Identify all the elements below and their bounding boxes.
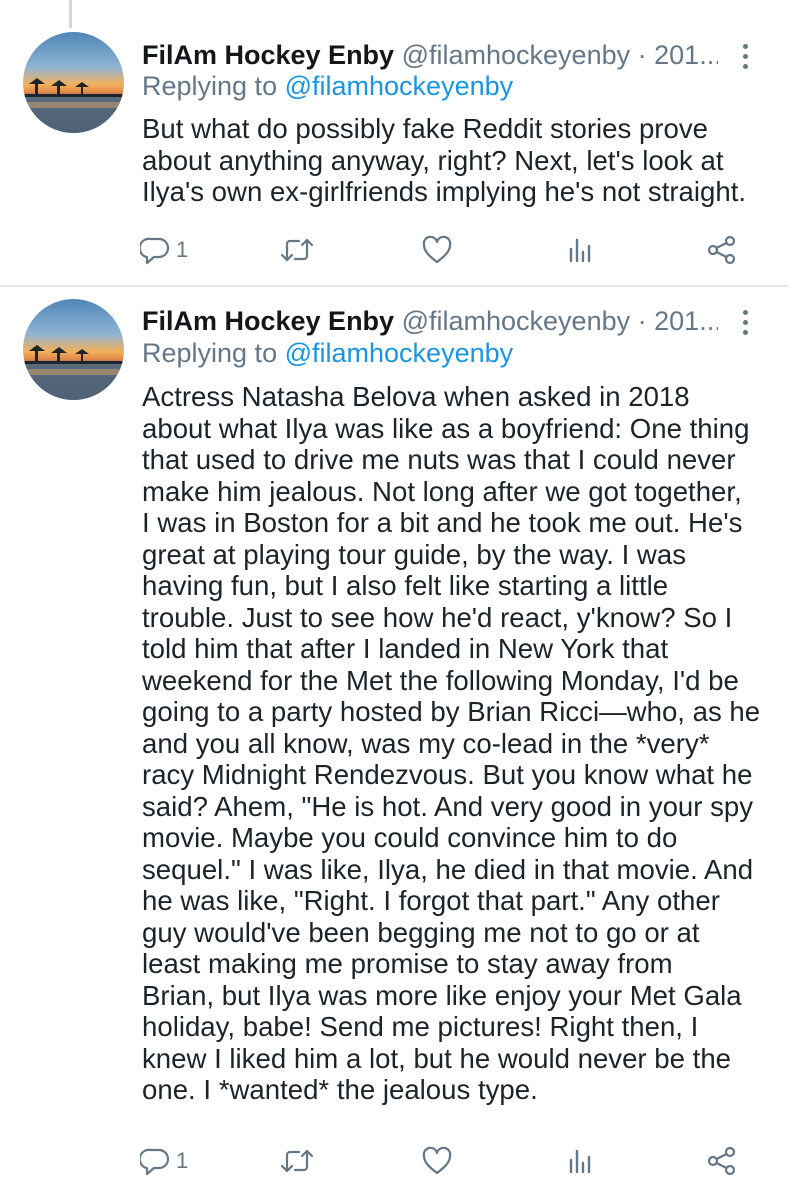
reply-count: 1	[176, 1148, 189, 1173]
tweet-text-line: about anything anyway, right? Next, let'…	[142, 144, 724, 176]
tweet-text-line: said? Ahem, "He is hot. And very good in…	[142, 790, 754, 822]
replying-to-mention[interactable]: @filamhockeyenby	[285, 71, 514, 101]
avatar[interactable]	[23, 299, 124, 400]
tweet-date[interactable]: 201...	[654, 40, 718, 70]
more-vertical-icon[interactable]	[735, 36, 755, 76]
reply-icon	[140, 1148, 170, 1176]
reply-icon	[140, 237, 170, 265]
analytics-icon	[569, 238, 591, 263]
retweet-icon	[280, 238, 314, 262]
tweet-text-line: holiday, babe! Send me pictures! Right t…	[142, 1011, 699, 1042]
tweet-text-line: guy would've been begging me not to go o…	[142, 916, 700, 948]
tweet-text-line: Actress Natasha Belova when asked in 201…	[142, 381, 690, 412]
replying-to-prefix: Replying to	[142, 71, 278, 101]
replying-to: Replying to @filamhockeyenby	[142, 68, 513, 104]
author-name[interactable]: FilAm Hockey Enby	[142, 306, 394, 336]
retweet-button[interactable]	[278, 230, 316, 270]
reply-button[interactable]: 1	[140, 230, 188, 270]
tweet-text: But what do possibly fake Reddit stories…	[142, 113, 774, 208]
author-handle[interactable]: @filamhockeyenby	[402, 40, 631, 70]
tweet-text-line: sequel." I was like, Ilya, he died in th…	[142, 853, 754, 885]
heart-icon	[422, 235, 452, 264]
meta-separator: ·	[637, 306, 647, 336]
replying-to: Replying to @filamhockeyenby	[142, 335, 513, 371]
tweet-text-line: Brian, but Ilya was more like enjoy your…	[142, 979, 742, 1011]
tweet[interactable]: FilAm Hockey Enby @filamhockeyenby · 201…	[0, 288, 788, 1200]
tweet-text-line: going to a party hosted by Brian Ricci—w…	[142, 696, 761, 727]
tweet-text-line: movie. Maybe you could convince him to d…	[142, 822, 678, 853]
author-name[interactable]: FilAm Hockey Enby	[142, 40, 394, 70]
tweet-text-line: having fun, but I also felt like startin…	[142, 570, 669, 601]
tweet-text-line: I was in Boston for a bit and he took me…	[142, 507, 743, 538]
tweet-text-line: trouble. Just to see how he'd react, y'k…	[142, 601, 733, 633]
tweet-actions: 1	[0, 230, 788, 270]
analytics-icon	[569, 1149, 591, 1174]
tweet-text-line: one. I *wanted* the jealous type.	[142, 1074, 538, 1105]
tweet-text: Actress Natasha Belova when asked in 201…	[142, 381, 774, 1106]
tweet-text-line: about what Ilya was like as a boyfriend:…	[142, 412, 750, 444]
replying-to-mention[interactable]: @filamhockeyenby	[285, 338, 514, 368]
tweet-text-line: Ilya's own ex-girlfriends implying he's …	[142, 176, 747, 207]
tweet-text-line: make him jealous. Not long after we got …	[142, 475, 742, 507]
tweet-text-line: least making me promise to stay away fro…	[142, 948, 673, 979]
reply-button[interactable]: 1	[140, 1141, 188, 1181]
analytics-button[interactable]	[564, 230, 594, 270]
replying-to-prefix: Replying to	[142, 338, 278, 368]
tweet-text-line: told him that after I landed in New York…	[142, 633, 669, 664]
share-button[interactable]	[705, 1141, 739, 1181]
heart-icon	[422, 1146, 452, 1175]
share-button[interactable]	[705, 230, 739, 270]
tweet-text-line: But what do possibly fake Reddit stories…	[142, 113, 708, 144]
share-icon	[707, 1146, 736, 1176]
tweet-text-line: knew I liked him a lot, but he would nev…	[142, 1042, 732, 1074]
tweet[interactable]: FilAm Hockey Enby @filamhockeyenby · 201…	[0, 0, 788, 285]
like-button[interactable]	[421, 230, 453, 270]
tweet-text-line: great at playing tour guide, by the way.…	[142, 538, 687, 570]
tweet-text-line: weekend for the Met the following Monday…	[142, 664, 739, 696]
tweet-date[interactable]: 201...	[654, 306, 718, 336]
more-vertical-icon[interactable]	[735, 302, 755, 342]
author-handle[interactable]: @filamhockeyenby	[402, 306, 631, 336]
tweet-actions: 1	[0, 1141, 788, 1181]
share-icon	[707, 235, 736, 265]
tweet-text-line: and you all know, was my co-lead in the …	[142, 727, 710, 759]
tweet-divider	[0, 285, 788, 287]
retweet-button[interactable]	[278, 1141, 316, 1181]
like-button[interactable]	[421, 1141, 453, 1181]
analytics-button[interactable]	[564, 1141, 594, 1181]
retweet-icon	[280, 1149, 314, 1173]
avatar[interactable]	[23, 32, 124, 133]
tweet-text-line: that used to drive me nuts was that I co…	[142, 444, 736, 475]
tweet-text-line: he was like, "Right. I forgot that part.…	[142, 885, 720, 916]
reply-count: 1	[176, 237, 189, 262]
tweet-text-line: racy Midnight Rendezvous. But you know w…	[142, 759, 753, 790]
meta-separator: ·	[637, 40, 647, 70]
